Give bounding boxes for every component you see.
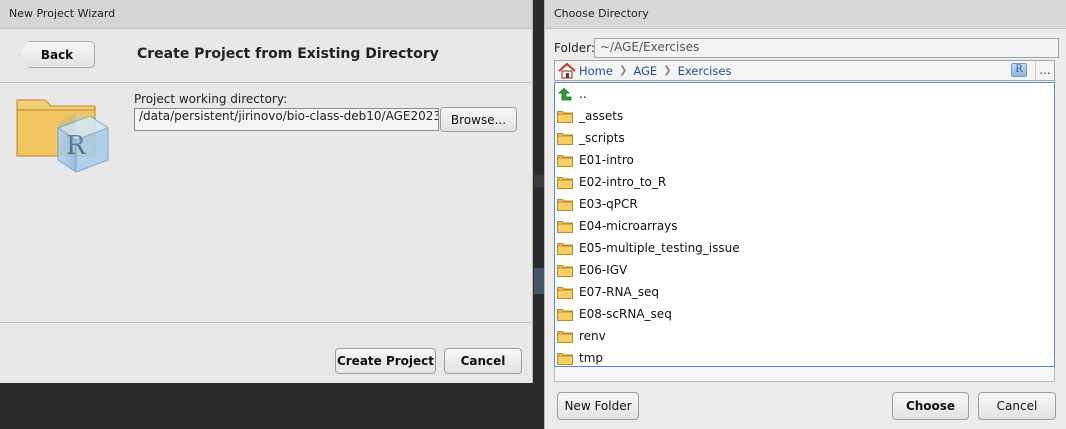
folder-icon	[557, 110, 573, 123]
list-item[interactable]: E02-intro_to_R	[555, 171, 666, 193]
background-strip	[534, 175, 544, 187]
list-item[interactable]: E07-RNA_seq	[555, 281, 659, 303]
header-divider	[0, 82, 532, 83]
folder-icon	[557, 308, 573, 321]
list-item-label: ..	[579, 87, 587, 101]
working-directory-field[interactable]: /data/persistent/jirinovo/bio-class-deb1…	[134, 108, 439, 131]
more-button[interactable]: ...	[1035, 60, 1055, 81]
list-item[interactable]: E04-microarrays	[555, 215, 678, 237]
list-item-label: tmp	[579, 351, 604, 365]
list-item-label: E04-microarrays	[579, 219, 678, 233]
list-item[interactable]: E01-intro	[555, 149, 634, 171]
list-item[interactable]: _scripts	[555, 127, 625, 149]
list-item-label: _assets	[579, 109, 624, 123]
chevron-right-icon: ❯	[618, 65, 628, 76]
list-item[interactable]: _assets	[555, 105, 623, 127]
wizard-titlebar[interactable]: New Project Wizard	[0, 0, 532, 29]
list-item[interactable]: renv	[555, 325, 606, 347]
r-project-folder-icon: R	[16, 99, 110, 173]
breadcrumb: Home ❯ AGE ❯ Exercises	[554, 60, 1055, 81]
list-item[interactable]: E08-scRNA_seq	[555, 303, 672, 325]
list-status-bar	[554, 367, 1055, 382]
background-strip	[534, 268, 544, 294]
list-item-label: E01-intro	[579, 153, 634, 167]
list-item-label: _scripts	[579, 131, 625, 145]
folder-icon	[557, 264, 573, 277]
breadcrumb-home[interactable]: Home	[579, 64, 613, 78]
list-item-label: renv	[579, 329, 606, 343]
new-folder-button[interactable]: New Folder	[557, 392, 639, 420]
breadcrumb-age[interactable]: AGE	[633, 64, 657, 78]
new-project-wizard-dialog: New Project Wizard Back Create Project f…	[0, 0, 533, 383]
folder-icon	[557, 132, 573, 145]
folder-icon	[557, 352, 573, 365]
home-icon[interactable]	[557, 62, 577, 80]
folder-icon	[557, 198, 573, 211]
list-item[interactable]: E03-qPCR	[555, 193, 638, 215]
list-item[interactable]: E05-multiple_testing_issue	[555, 237, 740, 259]
list-item-label: E07-RNA_seq	[579, 285, 659, 299]
folder-icon	[557, 242, 573, 255]
chevron-right-icon: ❯	[663, 65, 672, 76]
browse-button[interactable]: Browse...	[440, 107, 517, 132]
chooser-cancel-button[interactable]: Cancel	[978, 392, 1056, 420]
list-item[interactable]: tmp	[555, 347, 603, 369]
directory-list[interactable]: .. _assets _scripts E01-intro E02-intro_to_R…	[554, 82, 1055, 367]
chooser-titlebar[interactable]: Choose Directory	[545, 0, 1066, 29]
footer-divider	[0, 322, 532, 323]
folder-label: Folder:	[554, 41, 595, 55]
wizard-cancel-button[interactable]: Cancel	[444, 348, 522, 374]
working-directory-label: Project working directory:	[134, 92, 288, 106]
chooser-window-title: Choose Directory	[554, 7, 649, 20]
back-button[interactable]: Back	[19, 41, 95, 68]
folder-icon	[557, 286, 573, 299]
folder-icon	[557, 154, 573, 167]
list-item-label: E08-scRNA_seq	[579, 307, 672, 321]
list-item-label: E06-IGV	[579, 263, 628, 277]
breadcrumb-exercises[interactable]: Exercises	[678, 64, 732, 78]
choose-directory-dialog: Choose Directory Folder: ~/AGE/Exercises…	[544, 0, 1066, 429]
list-item-label: E02-intro_to_R	[579, 175, 667, 189]
list-item[interactable]: ..	[555, 83, 587, 105]
create-project-button[interactable]: Create Project	[335, 348, 436, 374]
folder-icon	[557, 330, 573, 343]
choose-button[interactable]: Choose	[892, 392, 969, 420]
wizard-window-title: New Project Wizard	[9, 7, 116, 20]
list-item-label: E03-qPCR	[579, 197, 638, 211]
folder-icon	[557, 220, 573, 233]
folder-path-field[interactable]: ~/AGE/Exercises	[594, 38, 1059, 58]
page-title: Create Project from Existing Directory	[137, 46, 439, 62]
folder-icon	[557, 176, 573, 189]
list-item-label: E05-multiple_testing_issue	[579, 241, 740, 255]
r-project-icon[interactable]: R	[1011, 63, 1027, 77]
list-item[interactable]: E06-IGV	[555, 259, 627, 281]
up-arrow-icon	[557, 87, 572, 100]
